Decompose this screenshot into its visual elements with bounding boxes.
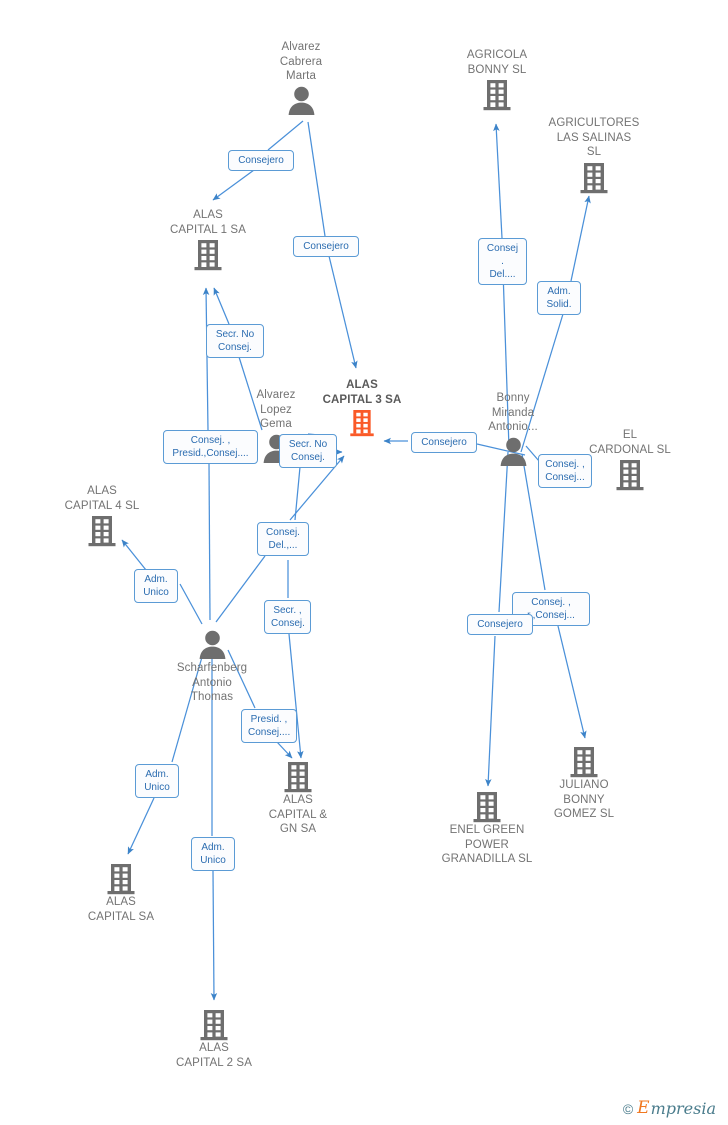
brand-name: mpresia bbox=[650, 1098, 716, 1118]
node-label: ENEL GREEN POWER GRANADILLA SL bbox=[441, 824, 533, 865]
node-label: EL CARDONAL SL bbox=[589, 429, 671, 456]
node-label: AGRICULTORES LAS SALINAS SL bbox=[548, 117, 640, 158]
role-chip-consejero[interactable]: Consejero bbox=[467, 614, 533, 635]
role-chip-adm-unico[interactable]: Adm. Unico bbox=[191, 837, 235, 871]
node-alas-capital-2-sa[interactable]: ALAS CAPITAL 2 SA bbox=[154, 1008, 274, 1072]
building-icon bbox=[473, 792, 501, 823]
role-chip-consej-presid-consej[interactable]: Consej. , Presid.,Consej.... bbox=[163, 430, 258, 464]
node-alas-capital-1-sa[interactable]: ALAS CAPITAL 1 SA bbox=[148, 208, 268, 271]
role-chip-adm-unico[interactable]: Adm. Unico bbox=[135, 764, 179, 798]
person-icon bbox=[500, 437, 526, 466]
node-enel-green-power-granadilla-sl[interactable]: ENEL GREEN POWER GRANADILLA SL bbox=[427, 790, 547, 869]
node-label: Bonny Miranda Antonio... bbox=[488, 392, 538, 433]
role-chip-secr-no-consej[interactable]: Secr. No Consej. bbox=[279, 434, 337, 468]
node-alvarez-cabrera-marta[interactable]: Alvarez Cabrera Marta bbox=[241, 40, 361, 117]
relationship-graph-canvas: Alvarez Cabrera Marta AGRICOLA BONNY SL … bbox=[0, 0, 728, 1125]
role-chip-presid-consej[interactable]: Presid. , Consej.... bbox=[241, 709, 297, 743]
role-chip-consejero[interactable]: Consejero bbox=[293, 236, 359, 257]
node-label: ALAS CAPITAL SA bbox=[87, 896, 155, 923]
building-icon bbox=[194, 240, 222, 271]
building-icon bbox=[483, 80, 511, 111]
building-icon bbox=[616, 460, 644, 491]
node-label: ALAS CAPITAL 2 SA bbox=[176, 1042, 252, 1069]
role-chip-adm-solid[interactable]: Adm. Solid. bbox=[537, 281, 581, 315]
empresia-watermark: © E mpresia bbox=[623, 1100, 716, 1117]
node-label: Alvarez Lopez Gema bbox=[256, 389, 296, 430]
node-label: AGRICOLA BONNY SL bbox=[466, 49, 528, 76]
building-icon bbox=[570, 747, 598, 778]
role-chip-secr-no-consej[interactable]: Secr. No Consej. bbox=[206, 324, 264, 358]
person-icon bbox=[199, 630, 225, 659]
node-alas-capital-4-sl[interactable]: ALAS CAPITAL 4 SL bbox=[42, 484, 162, 547]
building-icon bbox=[107, 864, 135, 895]
node-agricola-bonny-sl[interactable]: AGRICOLA BONNY SL bbox=[437, 48, 557, 111]
node-label: ALAS CAPITAL 1 SA bbox=[170, 209, 246, 236]
node-alas-capital-sa[interactable]: ALAS CAPITAL SA bbox=[61, 862, 181, 926]
building-icon bbox=[284, 762, 312, 793]
role-chip-secr-consej[interactable]: Secr. , Consej. bbox=[264, 600, 311, 634]
node-label: Scharfenberg Antonio Thomas bbox=[176, 662, 248, 703]
building-icon bbox=[200, 1010, 228, 1041]
role-chip-adm-unico[interactable]: Adm. Unico bbox=[134, 569, 178, 603]
role-chip-consejero[interactable]: Consejero bbox=[411, 432, 477, 453]
brand-initial: E bbox=[637, 1098, 650, 1118]
role-chip-consej-consej[interactable]: Consej. , Consej... bbox=[538, 454, 592, 488]
building-icon bbox=[580, 162, 608, 193]
building-icon bbox=[88, 516, 116, 547]
node-agricultores-las-salinas-sl[interactable]: AGRICULTORES LAS SALINAS SL bbox=[534, 116, 654, 194]
building-icon bbox=[350, 410, 374, 437]
node-scharfenberg-antonio-thomas[interactable]: Scharfenberg Antonio Thomas bbox=[152, 628, 272, 706]
role-chip-consej-del[interactable]: Consej . Del.... bbox=[478, 238, 527, 285]
node-label: ALAS CAPITAL 4 SL bbox=[64, 485, 140, 512]
role-chip-consej-del[interactable]: Consej. Del.,... bbox=[257, 522, 309, 556]
role-chip-consejero[interactable]: Consejero bbox=[228, 150, 294, 171]
node-label: Alvarez Cabrera Marta bbox=[279, 41, 323, 82]
person-icon bbox=[288, 86, 314, 115]
node-label: ALAS CAPITAL & GN SA bbox=[268, 794, 328, 835]
node-alas-capital-and-gn-sa[interactable]: ALAS CAPITAL & GN SA bbox=[238, 760, 358, 839]
copyright-icon: © bbox=[622, 1100, 634, 1117]
